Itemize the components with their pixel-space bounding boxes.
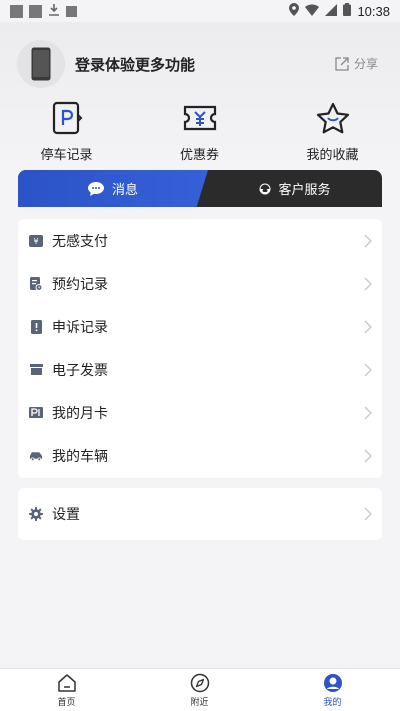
- menu-item-label: 电子发票: [52, 362, 108, 379]
- status-notifications: [10, 3, 77, 19]
- menu-item-label: 我的车辆: [52, 448, 108, 465]
- menu-item-vehicle[interactable]: 我的车辆: [18, 434, 382, 477]
- reservation-icon: [29, 276, 43, 291]
- status-system: 10:38: [289, 3, 390, 19]
- payment-icon: ¥: [29, 234, 43, 248]
- phone-icon: [31, 47, 51, 81]
- monthly-card-icon: [29, 406, 43, 420]
- location-icon: [289, 3, 300, 19]
- parking-record-icon: [0, 100, 133, 136]
- quick-action-label: 停车记录: [40, 148, 93, 163]
- app-notification-icon: [66, 5, 77, 17]
- profile-icon: [323, 674, 342, 692]
- nav-profile[interactable]: 我的: [266, 669, 399, 711]
- tab-messages-label: 消息: [111, 183, 138, 198]
- tab-service-label: 客户服务: [278, 183, 331, 198]
- compass-icon: [190, 673, 209, 693]
- avatar[interactable]: [17, 40, 65, 88]
- quick-action-label: 我的收藏: [306, 148, 359, 163]
- service-agent-icon: [259, 183, 271, 195]
- message-service-tabs: 消息 客户服务: [18, 170, 382, 207]
- nav-label: 首页: [57, 698, 76, 708]
- chevron-right-icon: [364, 233, 373, 252]
- menu-item-reservation[interactable]: 预约记录: [18, 262, 382, 305]
- chat-icon: [87, 181, 104, 196]
- nav-home[interactable]: 首页: [0, 669, 133, 711]
- quick-actions: 停车记录 优惠券 我的收藏: [0, 100, 400, 163]
- status-bar: 10:38: [0, 0, 400, 22]
- quick-action-coupon[interactable]: 优惠券: [133, 100, 266, 163]
- menu-item-label: 预约记录: [52, 276, 108, 293]
- gear-icon: [29, 507, 43, 521]
- chevron-right-icon: [364, 448, 373, 467]
- share-icon: [335, 56, 349, 71]
- share-button[interactable]: 分享: [335, 55, 378, 72]
- settings-label: 设置: [52, 507, 80, 523]
- menu-item-label: 无感支付: [52, 233, 108, 250]
- notification-icon: [29, 4, 42, 18]
- profile-header: 登录体验更多功能 分享 停车记录 优惠券 我的收藏: [0, 22, 400, 172]
- coupon-icon: [133, 100, 266, 136]
- nav-label: 附近: [190, 698, 209, 708]
- chevron-right-icon: [364, 506, 373, 525]
- menu-item-payment[interactable]: ¥ 无感支付: [18, 219, 382, 262]
- home-icon: [57, 674, 76, 692]
- notification-icon: [10, 4, 23, 18]
- menu-card: ¥ 无感支付 预约记录 申诉记录 电子发票 我的月卡 我的车辆: [18, 219, 382, 478]
- menu-item-settings[interactable]: 设置: [18, 488, 382, 540]
- quick-action-favorites[interactable]: 我的收藏: [266, 100, 399, 163]
- quick-action-label: 优惠券: [179, 148, 219, 163]
- car-icon: [29, 449, 43, 463]
- menu-item-invoice[interactable]: 电子发票: [18, 348, 382, 391]
- share-label: 分享: [353, 57, 378, 71]
- wifi-icon: [305, 3, 320, 19]
- svg-text:¥: ¥: [33, 237, 38, 246]
- quick-action-parking-record[interactable]: 停车记录: [0, 100, 133, 163]
- appeal-icon: [29, 319, 43, 334]
- settings-card: 设置: [18, 488, 382, 540]
- battery-icon: [343, 3, 352, 19]
- nav-nearby[interactable]: 附近: [133, 669, 266, 711]
- menu-item-monthly-card[interactable]: 我的月卡: [18, 391, 382, 434]
- nav-label: 我的: [323, 698, 342, 708]
- invoice-icon: [29, 363, 43, 377]
- favorites-star-icon: [266, 100, 399, 136]
- clock: 10:38: [357, 3, 390, 19]
- chevron-right-icon: [364, 319, 373, 338]
- download-icon: [48, 3, 60, 19]
- tab-customer-service[interactable]: 客户服务: [208, 170, 382, 207]
- chevron-right-icon: [364, 405, 373, 424]
- tab-messages[interactable]: 消息: [18, 170, 208, 207]
- menu-item-label: 我的月卡: [52, 405, 108, 422]
- chevron-right-icon: [364, 276, 373, 295]
- login-prompt[interactable]: 登录体验更多功能: [75, 54, 195, 75]
- menu-item-label: 申诉记录: [52, 319, 108, 336]
- menu-item-appeal[interactable]: 申诉记录: [18, 305, 382, 348]
- chevron-right-icon: [364, 362, 373, 381]
- signal-icon: [325, 3, 338, 19]
- bottom-nav: 首页 附近 我的: [0, 668, 400, 711]
